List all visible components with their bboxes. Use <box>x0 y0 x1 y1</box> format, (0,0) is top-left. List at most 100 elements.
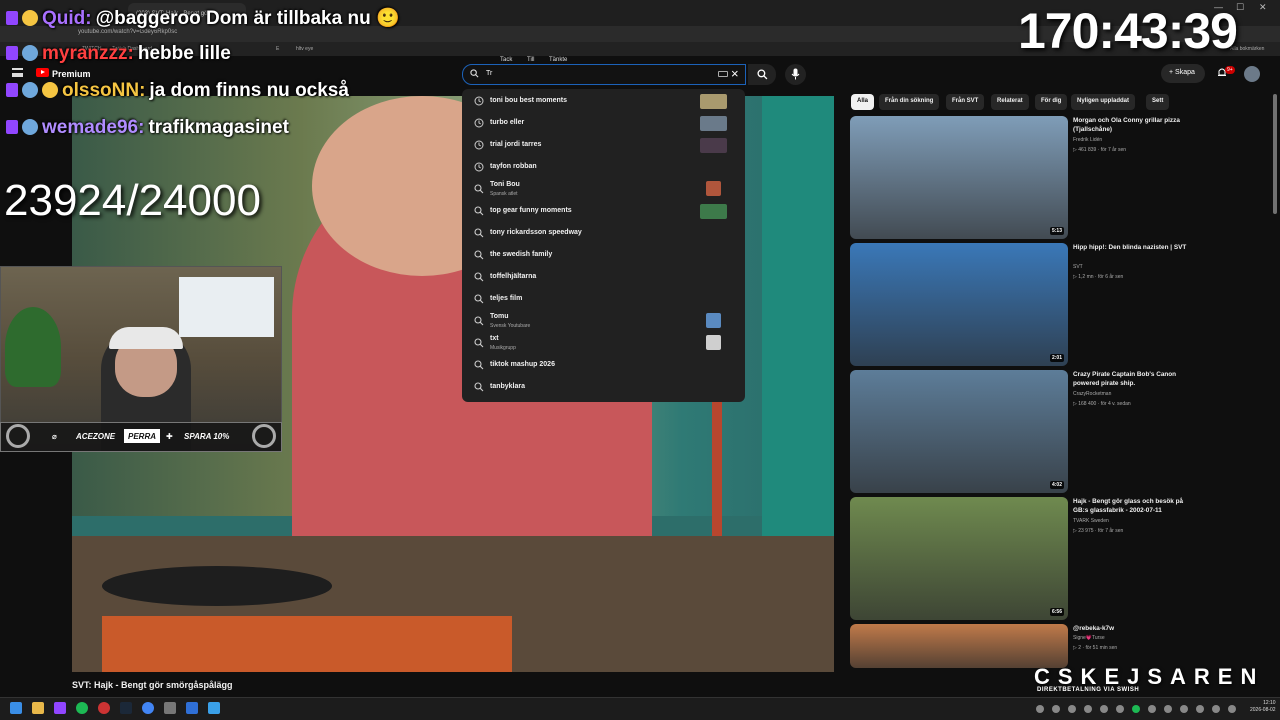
app-icon[interactable] <box>164 702 176 714</box>
suggestion-item[interactable]: tanbyklara <box>462 376 745 398</box>
clock-time: 12:10 <box>1263 700 1276 706</box>
search-icon <box>474 206 484 216</box>
history-icon <box>474 162 484 172</box>
tray-icon[interactable] <box>1100 705 1108 713</box>
video-title: SVT: Hajk - Bengt gör smörgåspålägg <box>72 680 233 690</box>
youtube-logo-icon[interactable] <box>36 68 49 77</box>
file-explorer-icon[interactable] <box>32 702 44 714</box>
filter-chip[interactable]: Relaterat <box>991 94 1029 110</box>
webcam-christmas-tree <box>5 307 61 387</box>
branding-subtitle: DIREKTBETALNING VIA SWISH <box>1037 687 1140 693</box>
recommendation-thumbnail[interactable] <box>850 624 1068 668</box>
search-value[interactable]: Tr <box>486 70 492 77</box>
maximize-icon[interactable]: ☐ <box>1236 2 1244 13</box>
scrollbar[interactable] <box>1273 94 1277 214</box>
video-duration: 6:56 <box>1049 608 1064 616</box>
suggestion-text: tayfon robban <box>490 163 537 170</box>
suggestion-item[interactable]: teljes film <box>462 288 745 310</box>
recommendation-thumbnail[interactable]: 5:13 <box>850 116 1068 239</box>
filter-chip[interactable]: Från din sökning <box>879 94 940 110</box>
search-hint[interactable]: Tänkte <box>549 57 567 63</box>
recommendation-channel[interactable]: SVT <box>1073 264 1083 270</box>
menu-icon[interactable] <box>12 68 23 77</box>
search-input[interactable] <box>462 64 746 85</box>
windows-start-icon[interactable] <box>10 702 22 714</box>
tray-icon[interactable] <box>1068 705 1076 713</box>
suggestion-item[interactable]: the swedish family <box>462 244 745 266</box>
twitch-icon[interactable] <box>54 702 66 714</box>
avatar[interactable] <box>1244 66 1260 82</box>
recommendation-meta: ▷ 461 839 · för 7 år sen <box>1073 147 1127 153</box>
suggestion-item[interactable]: txt Musikgrupp <box>462 332 745 354</box>
filter-chip[interactable]: Från SVT <box>946 94 985 110</box>
recommendation-title[interactable]: @rebeka-k7w <box>1073 624 1193 633</box>
recommendation-title[interactable]: Hipp hipp!: Den blinda nazisten | SVT <box>1073 243 1193 252</box>
create-button[interactable]: + Skapa <box>1161 64 1205 83</box>
suggestion-item[interactable]: tiktok mashup 2026 <box>462 354 745 376</box>
suggestion-item[interactable]: toni bou best moments <box>462 90 745 112</box>
acezone-logo-icon: ⌀ <box>52 432 57 441</box>
suggestion-item[interactable]: trial jordi tarres <box>462 134 745 156</box>
create-label: Skapa <box>1175 69 1195 76</box>
close-window-icon[interactable]: ✕ <box>1259 2 1267 13</box>
suggestion-item[interactable]: tayfon robban <box>462 156 745 178</box>
filter-chip[interactable]: Nyligen uppladdat <box>1071 94 1136 110</box>
chrome-icon[interactable] <box>142 702 154 714</box>
search-button[interactable] <box>748 64 776 85</box>
webcam-cap <box>109 327 183 349</box>
recommendation-channel[interactable]: CrazyRocketman <box>1073 391 1111 397</box>
tray-icon[interactable] <box>1052 705 1060 713</box>
search-hint[interactable]: Tack <box>500 57 512 63</box>
clear-search-icon[interactable]: × <box>731 66 739 81</box>
suggestion-text: txt <box>490 335 499 342</box>
suggestion-item[interactable]: tony rickardsson speedway <box>462 222 745 244</box>
suggestion-item[interactable]: Tomu Svensk Youtubare <box>462 310 745 332</box>
recommendation-thumbnail[interactable]: 6:56 <box>850 497 1068 620</box>
recommendation-title[interactable]: Hajk - Bengt gör glass och besök på GB:s… <box>1073 497 1193 515</box>
tray-icon[interactable] <box>1084 705 1092 713</box>
keyboard-icon[interactable] <box>718 71 728 77</box>
app-icon[interactable] <box>98 702 110 714</box>
suggestion-thumbnail <box>700 138 727 153</box>
suggestion-thumbnail <box>706 181 721 196</box>
chat-message: olssoNN: ja dom finns nu också <box>6 80 349 102</box>
wifi-icon[interactable] <box>1196 705 1204 713</box>
volume-icon[interactable] <box>1212 705 1220 713</box>
filter-chip[interactable]: Sett <box>1146 94 1170 110</box>
spotify-icon[interactable] <box>76 702 88 714</box>
battery-icon[interactable] <box>1228 705 1236 713</box>
tray-icon[interactable] <box>1148 705 1156 713</box>
suggestion-item[interactable]: top gear funny moments <box>462 200 745 222</box>
recommendation-title[interactable]: Morgan och Ola Conny grillar pizza (Tjal… <box>1073 116 1193 134</box>
search-icon <box>474 338 484 348</box>
filter-chip[interactable]: Alla <box>851 94 875 110</box>
recommendation-channel[interactable]: Signe💗Turse <box>1073 635 1105 641</box>
app-icon[interactable] <box>208 702 220 714</box>
suggestion-item[interactable]: Toni Bou Spansk atlet <box>462 178 745 200</box>
recommendation-meta: ▷ 2 · för 51 min sen <box>1073 645 1118 651</box>
tray-icon[interactable] <box>1164 705 1172 713</box>
clock[interactable]: 12:10 2026-08-02 <box>1250 700 1276 714</box>
chat-username: Quid: <box>42 8 92 29</box>
suggestion-item[interactable]: turbo eller <box>462 112 745 134</box>
search-hint[interactable]: Till <box>527 57 534 63</box>
recommendation-channel[interactable]: TVARK Sweden <box>1073 518 1109 524</box>
bookmark-item[interactable]: hltv eye <box>296 46 313 52</box>
spotify-tray-icon[interactable] <box>1132 705 1140 713</box>
premium-label[interactable]: Premium <box>52 69 91 79</box>
tray-icon[interactable] <box>1180 705 1188 713</box>
tray-icon[interactable] <box>1036 705 1044 713</box>
tray-icon[interactable] <box>1116 705 1124 713</box>
bookmark-item[interactable]: E <box>276 46 279 52</box>
voice-search-button[interactable] <box>785 64 806 85</box>
recommendation-thumbnail[interactable]: 2:01 <box>850 243 1068 366</box>
recommendation-thumbnail[interactable]: 4:02 <box>850 370 1068 493</box>
twitch-badge-icon <box>6 46 18 60</box>
recommendation-channel[interactable]: Fredrik Lidén <box>1073 137 1102 143</box>
steam-icon[interactable] <box>120 702 132 714</box>
app-icon[interactable] <box>186 702 198 714</box>
recommendation-title[interactable]: Crazy Pirate Captain Bob's Canon powered… <box>1073 370 1193 388</box>
url-text[interactable]: youtube.com/watch?v=Gdey6Rkp0sc <box>78 29 177 35</box>
filter-chip[interactable]: För dig <box>1035 94 1068 110</box>
suggestion-item[interactable]: toffelhjältarna <box>462 266 745 288</box>
